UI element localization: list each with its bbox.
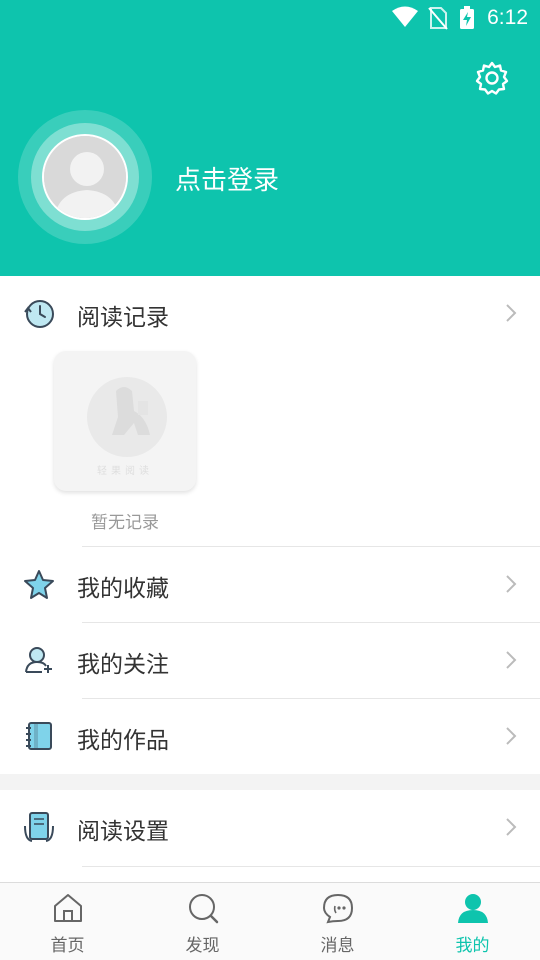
tab-me[interactable]: 我的: [405, 883, 540, 960]
tab-home-label: 首页: [50, 936, 85, 956]
home-icon: [53, 894, 82, 922]
chevron-right-icon: [504, 573, 518, 595]
tab-me-label: 我的: [455, 936, 490, 956]
gear-icon: [475, 61, 509, 95]
history-clock-icon: [22, 296, 56, 330]
reading-settings-label: 阅读设置: [77, 819, 169, 845]
clock-time: 6:12: [487, 6, 528, 29]
empty-record-placeholder: 轻果阅读: [54, 351, 196, 491]
chevron-right-icon: [504, 649, 518, 671]
default-user-icon: [44, 136, 126, 218]
battery-charging-icon: [459, 6, 475, 34]
chevron-right-icon: [504, 816, 518, 838]
avatar-halo[interactable]: [18, 110, 152, 244]
tab-home[interactable]: 首页: [0, 883, 135, 960]
no-sim-icon: [428, 6, 448, 34]
reading-history-row[interactable]: 阅读记录: [0, 276, 540, 352]
profile-icon: [457, 894, 488, 923]
reader-silhouette-icon: [87, 377, 167, 457]
tab-messages[interactable]: 消息: [270, 883, 405, 960]
message-icon: [322, 893, 353, 924]
following-label: 我的关注: [77, 652, 169, 678]
reading-history-label: 阅读记录: [77, 305, 169, 331]
tab-messages-label: 消息: [320, 936, 355, 956]
works-label: 我的作品: [77, 728, 169, 754]
discover-icon: [188, 894, 218, 924]
chevron-right-icon: [504, 302, 518, 324]
empty-record-text: 暂无记录: [91, 513, 159, 533]
section-gap: [0, 774, 540, 790]
settings-button[interactable]: [474, 60, 510, 96]
bottom-tab-bar: 首页 发现 消息 我的: [0, 882, 540, 960]
profile-header: 6:12 点击登录: [0, 0, 540, 276]
reading-settings-row[interactable]: 阅读设置: [0, 790, 540, 866]
works-row[interactable]: 我的作品: [0, 699, 540, 775]
notebook-icon: [22, 719, 56, 753]
following-row[interactable]: 我的关注: [0, 623, 540, 699]
avatar: [42, 134, 128, 220]
login-prompt[interactable]: 点击登录: [175, 160, 279, 197]
watermark-text: 轻果阅读: [97, 466, 153, 477]
chevron-right-icon: [504, 725, 518, 747]
star-icon: [22, 567, 56, 601]
reading-device-icon: [22, 810, 56, 844]
divider: [82, 866, 540, 867]
follow-user-icon: [22, 643, 56, 677]
status-bar: 6:12: [0, 0, 540, 36]
tab-discover-label: 发现: [185, 936, 220, 956]
favorites-label: 我的收藏: [77, 576, 169, 602]
wifi-icon: [392, 6, 418, 32]
tab-discover[interactable]: 发现: [135, 883, 270, 960]
favorites-row[interactable]: 我的收藏: [0, 547, 540, 623]
